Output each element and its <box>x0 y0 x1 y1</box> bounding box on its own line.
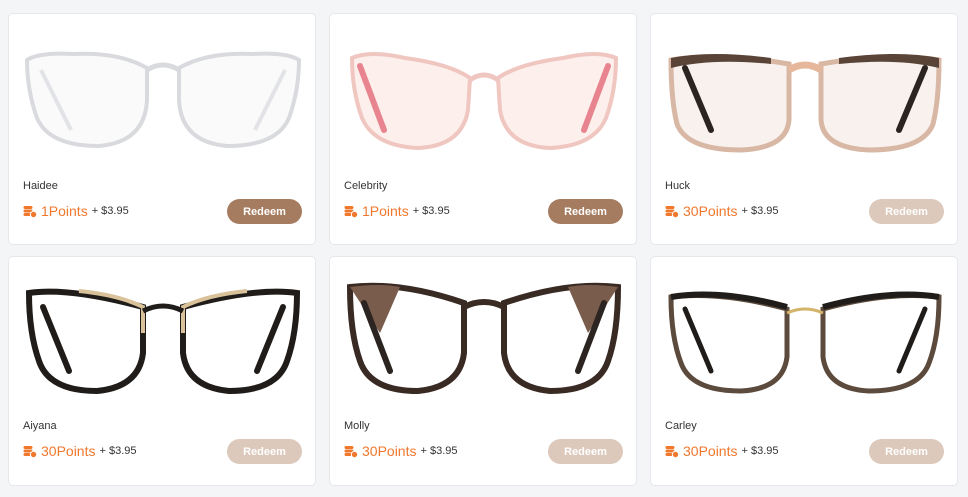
product-card[interactable]: Aiyana 30Points + $3.95 Redeem <box>8 256 316 486</box>
points-value: 30Points <box>362 443 417 459</box>
price-row: 30Points + $3.95 <box>665 203 779 219</box>
coin-stack-icon <box>665 446 679 458</box>
extra-price: + $3.95 <box>420 445 458 457</box>
product-card[interactable]: Carley 30Points + $3.95 Redeem <box>650 256 958 486</box>
points-value: 30Points <box>41 443 96 459</box>
product-card[interactable]: Celebrity 1Points + $3.95 Redeem <box>329 13 637 245</box>
product-image[interactable] <box>661 30 949 165</box>
product-card[interactable]: Huck 30Points + $3.95 Redeem <box>650 13 958 245</box>
product-image[interactable] <box>19 30 307 165</box>
coin-stack-icon <box>344 446 358 458</box>
product-image[interactable] <box>19 273 307 408</box>
redeem-button[interactable]: Redeem <box>548 199 623 224</box>
redeem-button[interactable]: Redeem <box>869 439 944 464</box>
product-name: Carley <box>665 420 697 432</box>
product-card[interactable]: Molly 30Points + $3.95 Redeem <box>329 256 637 486</box>
points-value: 1Points <box>41 203 88 219</box>
redeem-button[interactable]: Redeem <box>227 439 302 464</box>
extra-price: + $3.95 <box>412 205 450 217</box>
price-row: 30Points + $3.95 <box>344 443 458 459</box>
price-row: 30Points + $3.95 <box>665 443 779 459</box>
coin-stack-icon <box>344 206 358 218</box>
extra-price: + $3.95 <box>91 205 129 217</box>
product-name: Celebrity <box>344 180 388 192</box>
extra-price: + $3.95 <box>741 205 779 217</box>
product-name: Haidee <box>23 180 58 192</box>
extra-price: + $3.95 <box>99 445 137 457</box>
redeem-button[interactable]: Redeem <box>548 439 623 464</box>
product-name: Huck <box>665 180 691 192</box>
coin-stack-icon <box>23 206 37 218</box>
product-card[interactable]: Haidee 1Points + $3.95 Redeem <box>8 13 316 245</box>
points-value: 30Points <box>683 443 738 459</box>
points-value: 1Points <box>362 203 409 219</box>
price-row: 30Points + $3.95 <box>23 443 137 459</box>
redeem-button[interactable]: Redeem <box>869 199 944 224</box>
product-image[interactable] <box>340 273 628 408</box>
product-name: Aiyana <box>23 420 57 432</box>
price-row: 1Points + $3.95 <box>23 203 129 219</box>
points-value: 30Points <box>683 203 738 219</box>
coin-stack-icon <box>23 446 37 458</box>
extra-price: + $3.95 <box>741 445 779 457</box>
redeem-button[interactable]: Redeem <box>227 199 302 224</box>
product-image[interactable] <box>340 30 628 165</box>
product-grid: Haidee 1Points + $3.95 Redeem Celebrity <box>8 13 958 486</box>
product-image[interactable] <box>661 273 949 408</box>
coin-stack-icon <box>665 206 679 218</box>
price-row: 1Points + $3.95 <box>344 203 450 219</box>
product-name: Molly <box>344 420 370 432</box>
